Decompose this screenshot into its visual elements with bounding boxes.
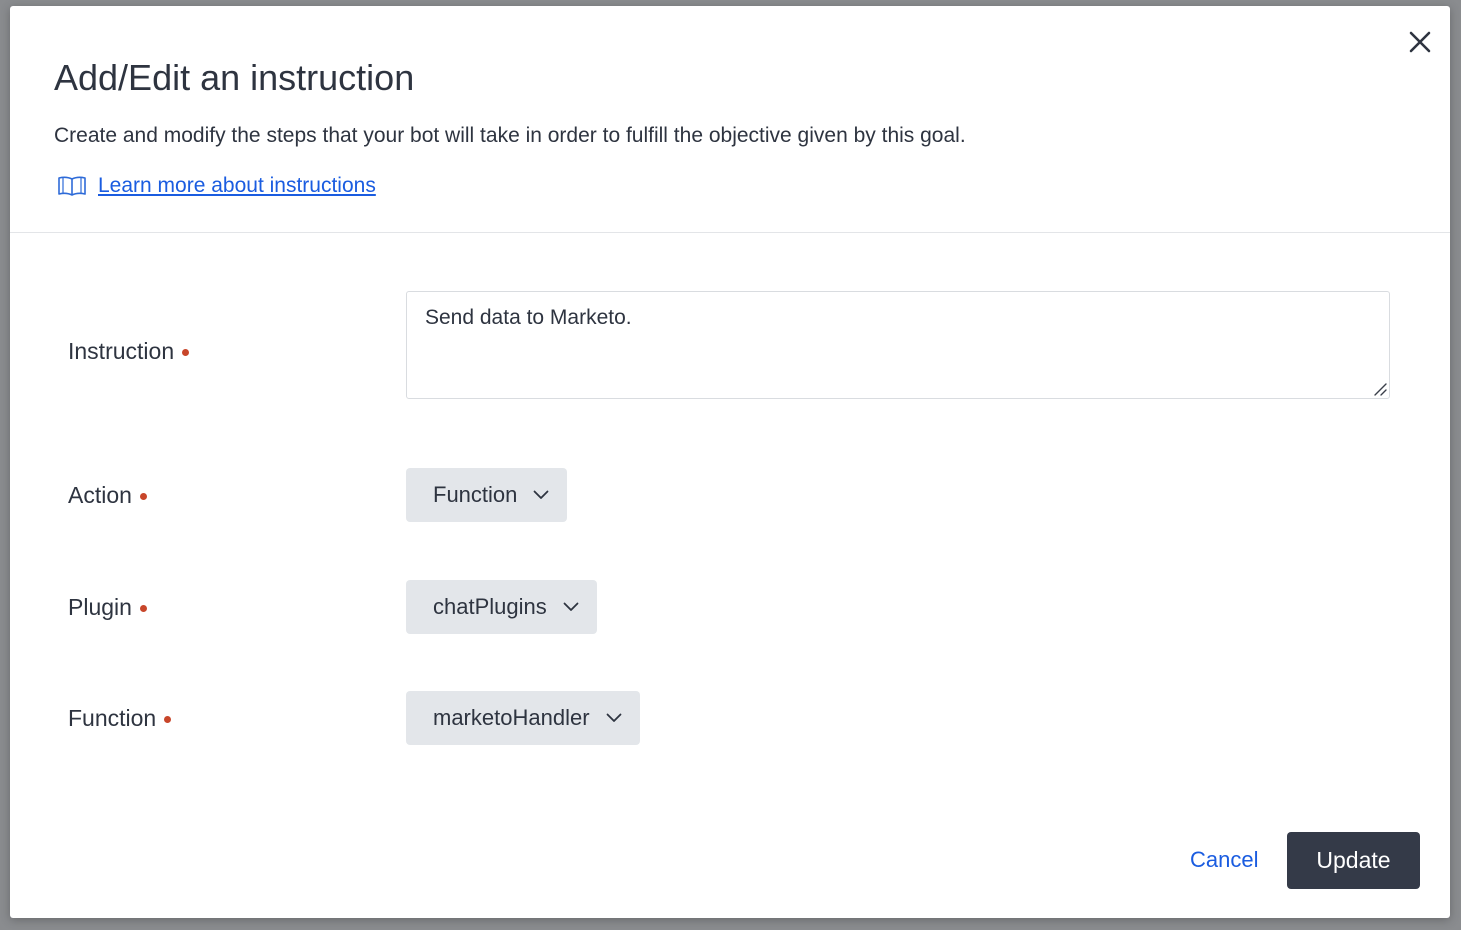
chevron-down-icon (563, 602, 579, 611)
chevron-down-icon (533, 490, 549, 499)
plugin-selected-value: chatPlugins (433, 594, 547, 619)
update-button[interactable]: Update (1287, 832, 1420, 889)
function-label-text: Function (68, 705, 157, 731)
learn-more-row: Learn more about instructions (56, 172, 376, 200)
header-divider (10, 232, 1450, 233)
plugin-label: Plugin (68, 592, 147, 622)
dialog-subtitle: Create and modify the steps that your bo… (54, 124, 966, 147)
action-label: Action (68, 480, 147, 510)
instruction-value: Send data to Marketo. (425, 306, 632, 329)
plugin-select[interactable]: chatPlugins (406, 580, 597, 634)
plugin-label-text: Plugin (68, 594, 132, 620)
action-label-text: Action (68, 482, 132, 508)
required-indicator (139, 604, 147, 612)
function-label: Function (68, 703, 172, 733)
close-icon (1409, 31, 1431, 53)
instruction-textarea[interactable]: Send data to Marketo. (406, 291, 1390, 399)
instruction-label: Instruction (68, 336, 190, 366)
resize-handle-icon[interactable] (1371, 380, 1387, 396)
required-indicator (164, 715, 172, 723)
book-icon (58, 176, 86, 196)
chevron-down-icon (606, 713, 621, 722)
function-select[interactable]: marketoHandler (406, 691, 640, 745)
action-select[interactable]: Function (406, 468, 568, 522)
dialog-title: Add/Edit an instruction (54, 57, 415, 98)
add-edit-instruction-dialog: Add/Edit an instruction Create and modif… (10, 6, 1450, 918)
instruction-label-text: Instruction (68, 338, 175, 364)
action-selected-value: Function (433, 482, 518, 507)
required-indicator (182, 348, 190, 356)
cancel-button[interactable]: Cancel (1176, 832, 1272, 888)
function-selected-value: marketoHandler (433, 705, 590, 730)
learn-more-link[interactable]: Learn more about instructions (98, 172, 376, 200)
close-button[interactable] (1404, 26, 1436, 58)
required-indicator (139, 492, 147, 500)
